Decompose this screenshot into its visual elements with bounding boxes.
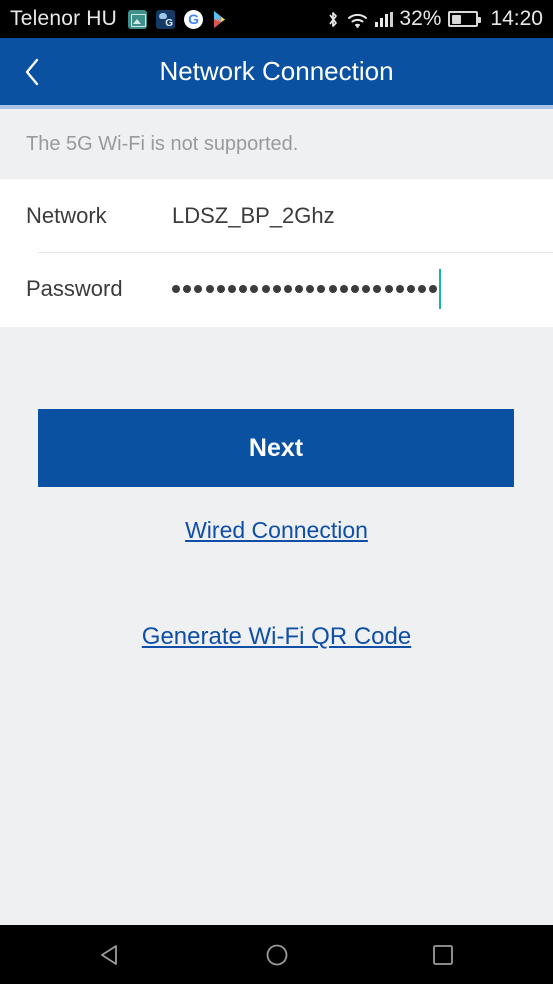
network-form-card: Network LDSZ_BP_2Ghz Password [0,179,553,327]
battery-percent-label: 32% [399,7,442,30]
notification-icons: G [128,9,229,29]
network-row[interactable]: Network LDSZ_BP_2Ghz [0,179,553,252]
network-value: LDSZ_BP_2Ghz [172,202,335,228]
photo-icon [128,9,148,29]
wired-connection-link[interactable]: Wired Connection [185,517,368,544]
cellular-signal-icon [375,11,394,27]
android-nav-bar [0,925,553,984]
clock-label: 14:20 [490,7,543,30]
password-masked-value [172,278,438,300]
battery-icon [448,11,482,27]
app-bar: Network Connection [0,38,553,105]
notice-banner: The 5G Wi-Fi is not supported. [0,109,553,179]
password-input[interactable] [172,252,553,325]
next-button[interactable]: Next [38,409,514,487]
status-bar: Telenor HU G G 32% 14:20 [0,0,553,38]
wifi-icon [347,11,368,28]
back-button[interactable] [0,38,64,105]
google-icon: G [184,9,204,29]
wired-connection-row: Wired Connection [0,517,553,544]
password-row[interactable]: Password [0,252,553,325]
generate-qr-row: Generate Wi-Fi QR Code [0,623,553,651]
weather-google-icon [156,9,176,29]
notice-text: The 5G Wi-Fi is not supported. [26,132,299,155]
network-label: Network [26,202,107,228]
nav-home-circle-icon[interactable] [249,933,305,977]
phone-screen: Telenor HU G G 32% 14:20 Network Connect… [0,0,553,984]
nav-recents-square-icon[interactable] [415,933,471,977]
text-caret [439,268,442,309]
play-store-icon [212,10,229,29]
back-chevron-icon [24,57,41,87]
bluetooth-icon [326,10,340,29]
status-right-cluster: 32% 14:20 [326,7,543,31]
carrier-label: Telenor HU [10,7,118,30]
page-title: Network Connection [159,56,394,86]
nav-back-triangle-icon[interactable] [83,933,139,977]
generate-wifi-qr-link[interactable]: Generate Wi-Fi QR Code [142,623,411,651]
content-area: Next Wired Connection Generate Wi-Fi QR … [0,327,553,925]
password-label: Password [26,275,123,301]
